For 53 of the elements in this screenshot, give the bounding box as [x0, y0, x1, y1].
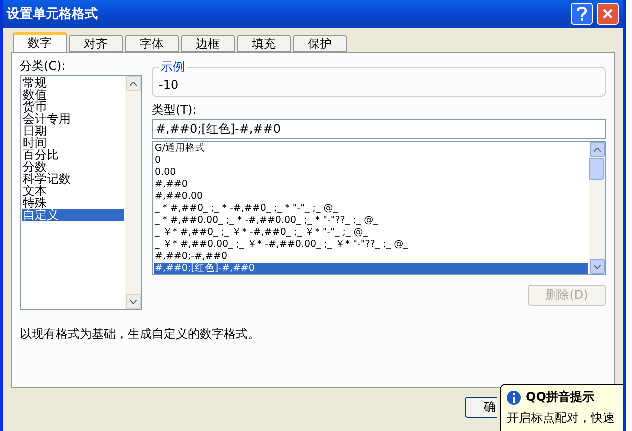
- format-item[interactable]: 0.00: [154, 167, 588, 179]
- tab[interactable]: 边框: [181, 35, 235, 52]
- tooltip-title: QQ拼音提示: [526, 389, 594, 406]
- category-item[interactable]: 常规: [22, 77, 124, 89]
- type-input[interactable]: #,##0;[红色]-#,##0: [152, 119, 606, 139]
- sample-value: -10: [159, 78, 179, 92]
- tooltip-text: 开启标点配对，快速: [507, 410, 616, 427]
- category-list[interactable]: 常规 数值 货币 会计专用 日期 时间 百分比 分数 科学记数 文本 特殊 自定义: [20, 75, 142, 310]
- category-item[interactable]: 时间: [22, 137, 124, 149]
- help-icon: [577, 7, 587, 21]
- tab[interactable]: 填充: [237, 35, 291, 52]
- sample-label: 示例: [160, 59, 186, 76]
- category-item[interactable]: 百分比: [22, 149, 124, 161]
- category-item[interactable]: 会计专用: [22, 113, 124, 125]
- category-item[interactable]: 分数: [22, 161, 124, 173]
- format-item[interactable]: #,##0;[红色]-#,##0: [154, 263, 588, 274]
- tab[interactable]: 数字: [13, 32, 67, 52]
- category-item[interactable]: 数值: [22, 89, 124, 101]
- scrollbar[interactable]: [125, 76, 141, 309]
- format-item[interactable]: _ * #,##0_ ;_ * -#,##0_ ;_ * "-"_ ;_ @_: [154, 203, 588, 215]
- category-item[interactable]: 科学记数: [22, 173, 124, 185]
- help-button[interactable]: [571, 3, 593, 25]
- tab[interactable]: 对齐: [69, 35, 123, 52]
- format-list[interactable]: [152, 141, 606, 275]
- category-item[interactable]: 文本: [22, 185, 124, 197]
- scroll-up-icon[interactable]: [126, 76, 140, 91]
- format-item[interactable]: #,##0: [154, 179, 588, 191]
- window-title: 设置单元格格式: [7, 6, 99, 23]
- format-item[interactable]: _ * #,##0.00_ ;_ * -#,##0.00_ ;_ * "-"??_ ;_ @_: [154, 215, 588, 227]
- scroll-down-icon[interactable]: [590, 259, 604, 274]
- category-item[interactable]: 货币: [22, 101, 124, 113]
- scroll-thumb[interactable]: [589, 158, 604, 180]
- close-button[interactable]: [597, 3, 619, 25]
- description-text: 以现有格式为基础，生成自定义的数字格式。: [20, 326, 261, 343]
- format-item[interactable]: _ ￥* #,##0.00_ ;_ ￥* -#,##0.00_ ;_ ￥* "-"??_ ;_ @_: [154, 239, 588, 251]
- ok-button[interactable]: 确: [465, 397, 497, 418]
- scroll-up-icon[interactable]: [590, 142, 604, 157]
- format-item[interactable]: #,##0.00: [154, 191, 588, 203]
- format-item[interactable]: G/通用格式: [154, 143, 588, 155]
- category-item[interactable]: 自定义: [22, 209, 124, 221]
- info-icon: [507, 390, 521, 404]
- format-item[interactable]: 0: [154, 155, 588, 167]
- tab[interactable]: 字体: [125, 35, 179, 52]
- type-label: 类型(T):: [152, 103, 198, 117]
- format-item[interactable]: _ ￥* #,##0_ ;_ ￥* -#,##0_ ;_ ￥* "-"_ ;_ @_: [154, 227, 588, 239]
- close-icon: [603, 9, 613, 19]
- scroll-down-icon[interactable]: [126, 294, 140, 309]
- format-item[interactable]: #,##0;-#,##0: [154, 251, 588, 263]
- scrollbar[interactable]: [589, 142, 605, 274]
- category-label: 分类(C):: [20, 59, 67, 73]
- category-item[interactable]: 日期: [22, 125, 124, 137]
- tab[interactable]: 保护: [293, 35, 347, 52]
- category-item[interactable]: 特殊: [22, 197, 124, 209]
